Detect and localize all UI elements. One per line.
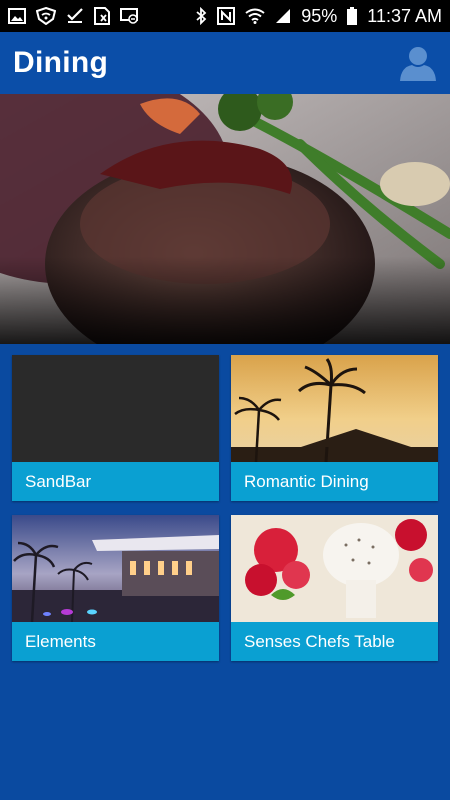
screen-cast-icon bbox=[120, 8, 138, 24]
tile-label: Romantic Dining bbox=[231, 462, 438, 501]
tile-label: Elements bbox=[12, 622, 219, 661]
battery-icon bbox=[347, 7, 358, 25]
wifi-icon bbox=[245, 8, 265, 24]
page-title: Dining bbox=[13, 46, 109, 79]
tile-senses-chefs-table[interactable]: Senses Chefs Table bbox=[231, 515, 438, 661]
download-done-icon bbox=[66, 8, 84, 24]
tile-elements[interactable]: Elements bbox=[12, 515, 219, 661]
tile-elements-image bbox=[12, 515, 219, 622]
status-bar-notifications bbox=[8, 7, 138, 25]
status-bar-system: 95% 11:37 AM bbox=[195, 6, 442, 27]
dining-grid: SandBar Romantic Dining Elements Senses … bbox=[12, 355, 438, 661]
bluetooth-icon bbox=[195, 7, 207, 25]
tile-label: Senses Chefs Table bbox=[231, 622, 438, 661]
tile-label: SandBar bbox=[12, 462, 219, 501]
battery-percent: 95% bbox=[301, 5, 338, 26]
tile-sandbar[interactable]: SandBar bbox=[12, 355, 219, 501]
image-icon bbox=[8, 8, 26, 24]
tile-romantic-dining-image bbox=[231, 355, 438, 462]
nfc-icon bbox=[217, 7, 236, 25]
person-icon[interactable] bbox=[398, 43, 438, 83]
signal-icon bbox=[275, 8, 291, 24]
tile-romantic-dining[interactable]: Romantic Dining bbox=[231, 355, 438, 501]
sim-card-icon bbox=[94, 7, 110, 25]
hero-image-steak bbox=[0, 94, 450, 344]
tile-sandbar-image bbox=[12, 355, 219, 462]
app-bar: Dining bbox=[0, 32, 450, 94]
clock: 11:37 AM bbox=[367, 5, 442, 26]
status-bar: 95% 11:37 AM bbox=[0, 0, 450, 32]
tile-senses-chefs-table-image bbox=[231, 515, 438, 622]
shield-wifi-icon bbox=[36, 7, 56, 25]
